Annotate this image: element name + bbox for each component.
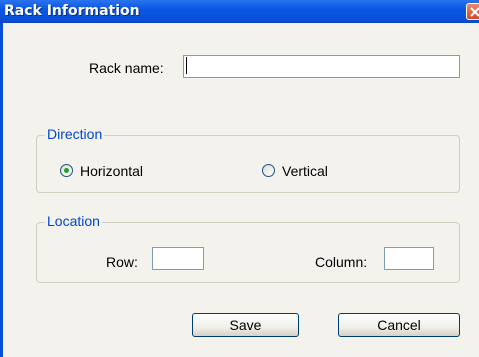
column-input[interactable] [384,247,434,270]
title-bar: Rack Information [0,0,479,23]
window-frame [0,23,3,357]
column-label: Column: [315,254,368,270]
dialog-title: Rack Information [4,3,140,19]
horizontal-label[interactable]: Horizontal [80,163,143,179]
location-legend: Location [45,213,102,229]
close-icon [470,7,479,17]
direction-legend: Direction [45,126,105,142]
vertical-label[interactable]: Vertical [282,163,328,179]
text-caret [186,57,187,74]
save-button[interactable]: Save [192,313,299,337]
cancel-button[interactable]: Cancel [338,313,460,337]
row-input[interactable] [152,247,204,270]
location-group: Location Row: Column: [36,213,460,283]
vertical-radio[interactable] [262,164,275,177]
radio-selected-dot [64,168,69,173]
direction-group: Direction Horizontal Vertical [36,126,460,193]
horizontal-radio[interactable] [60,164,73,177]
row-label: Row: [106,254,138,270]
rack-name-input[interactable] [183,55,460,78]
rack-information-dialog: Rack Information Rack name: Direction Ho… [0,0,479,357]
rack-name-label: Rack name: [89,60,164,76]
close-button[interactable] [466,3,479,20]
rack-name-field-wrap [183,55,460,78]
